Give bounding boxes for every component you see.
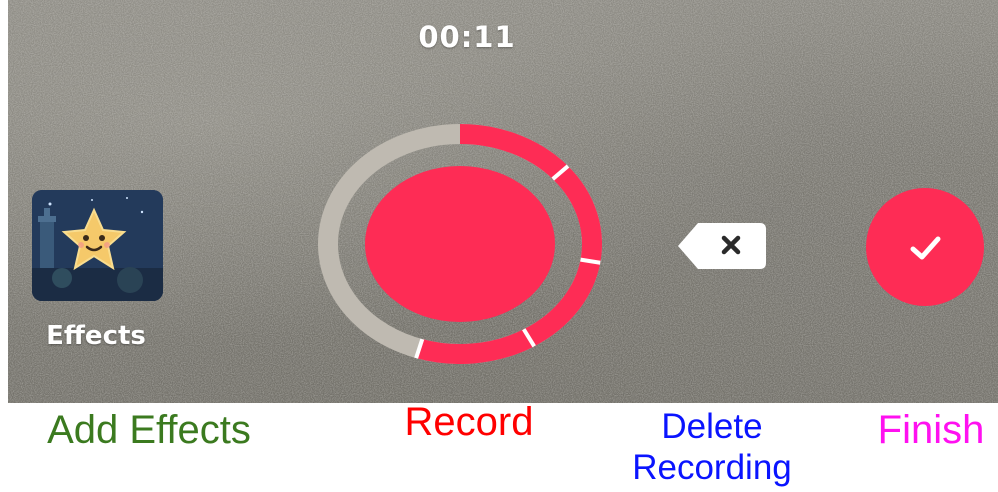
annotation-delete-line1: Delete xyxy=(661,407,763,446)
annotation-add-effects: Add Effects xyxy=(47,408,251,452)
annotation-record: Record xyxy=(404,400,534,444)
screenshot-root: 00:11 Effects Add Effects Record Delete … xyxy=(0,0,998,492)
backspace-x-icon xyxy=(678,223,766,269)
annotation-delete-recording: Delete Recording xyxy=(602,406,822,489)
checkmark-icon xyxy=(910,236,941,260)
effects-label: Effects xyxy=(46,321,146,351)
effects-button[interactable]: Effects xyxy=(26,188,166,358)
delete-recording-button[interactable] xyxy=(676,221,768,271)
annotation-delete-line2: Recording xyxy=(632,448,792,488)
star-character-thumbnail-icon xyxy=(32,190,163,301)
annotation-finish: Finish xyxy=(877,408,985,452)
record-inner-dot xyxy=(365,166,555,322)
record-circle-icon xyxy=(318,124,602,364)
record-button[interactable] xyxy=(318,124,602,364)
recording-timer: 00:11 xyxy=(418,20,516,54)
finish-button[interactable] xyxy=(866,188,984,306)
